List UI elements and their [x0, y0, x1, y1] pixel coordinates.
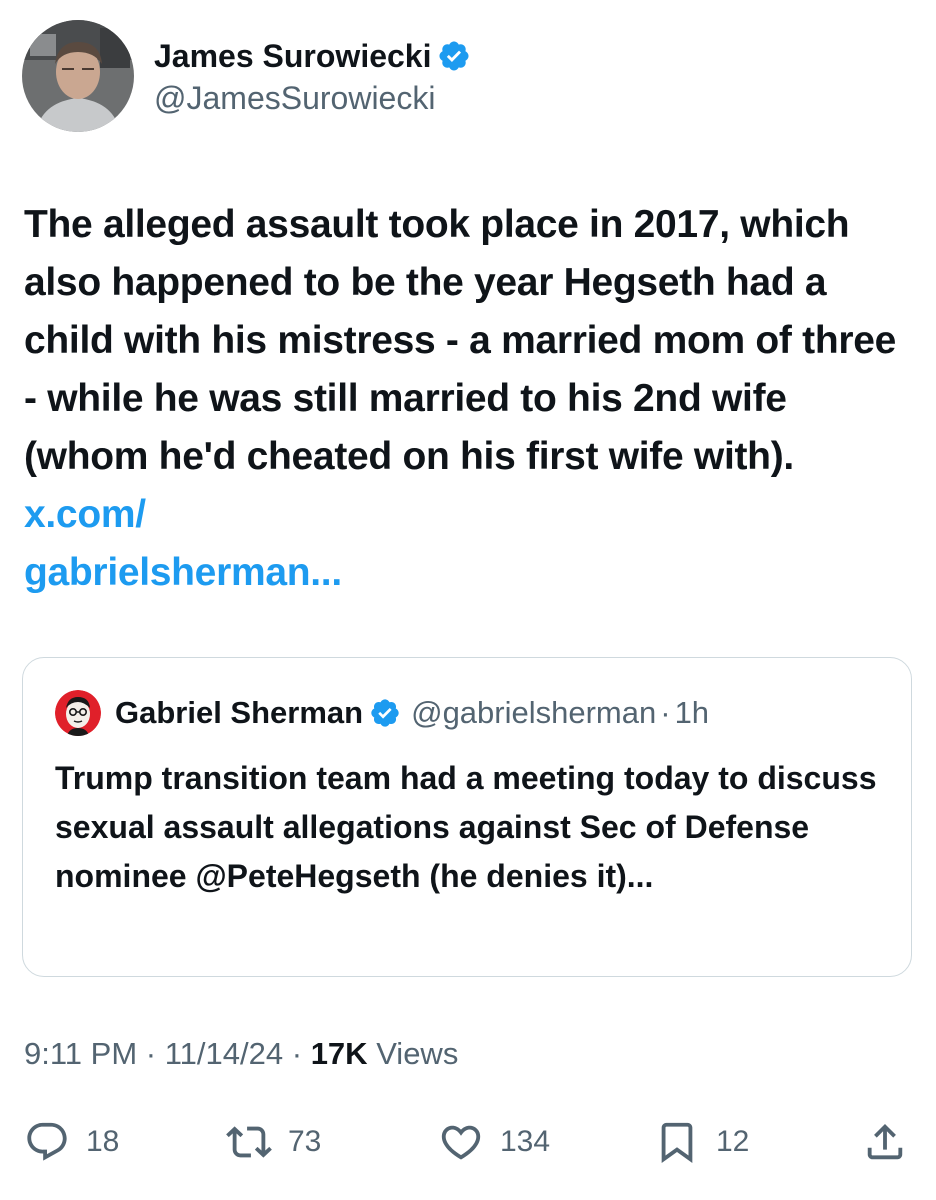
- quote-author-handle[interactable]: @gabrielsherman: [411, 695, 656, 731]
- like-button[interactable]: 134: [438, 1112, 550, 1172]
- quoted-tweet[interactable]: Gabriel Sherman @gabrielsherman · 1h Tru…: [22, 657, 912, 977]
- verified-badge-icon: [437, 39, 471, 73]
- tweet-date[interactable]: 11/14/24: [165, 1036, 283, 1071]
- author-handle[interactable]: @JamesSurowiecki: [154, 80, 471, 117]
- bookmark-button[interactable]: 12: [654, 1112, 749, 1172]
- author-display-name[interactable]: James Surowiecki: [154, 38, 431, 75]
- tweet-text: The alleged assault took place in 2017, …: [24, 203, 896, 478]
- tweet-time[interactable]: 9:11 PM: [24, 1036, 137, 1071]
- quote-separator: ·: [660, 695, 671, 730]
- reply-count: 18: [86, 1125, 120, 1158]
- author-names: James Surowiecki @JamesSurowiecki: [154, 36, 471, 117]
- tweet-body: The alleged assault took place in 2017, …: [24, 196, 904, 602]
- quote-timestamp[interactable]: 1h: [675, 695, 709, 731]
- repost-button[interactable]: 73: [226, 1112, 321, 1172]
- tweet: James Surowiecki @JamesSurowiecki The al…: [0, 0, 936, 1200]
- display-name-row: James Surowiecki: [154, 36, 471, 76]
- action-bar: 18 73 134 12: [0, 1112, 936, 1172]
- views-label: Views: [376, 1036, 459, 1071]
- meta-separator-2: ·: [291, 1036, 303, 1071]
- quote-author-photo: [55, 690, 101, 736]
- bookmark-count: 12: [716, 1125, 750, 1158]
- reply-icon: [27, 1122, 67, 1161]
- repost-count: 73: [288, 1125, 322, 1158]
- tweet-header: James Surowiecki @JamesSurowiecki: [22, 20, 471, 132]
- reply-button[interactable]: 18: [24, 1112, 119, 1172]
- tweet-link[interactable]: x.com/ gabrielsherman...: [24, 493, 342, 594]
- quote-text: Trump transition team had a meeting toda…: [55, 760, 877, 894]
- author-photo: [22, 20, 134, 132]
- quote-author-name[interactable]: Gabriel Sherman: [115, 695, 363, 731]
- share-button[interactable]: [862, 1112, 908, 1172]
- tweet-meta: 9:11 PM · 11/14/24 · 17K Views: [24, 1036, 458, 1072]
- quote-header: Gabriel Sherman @gabrielsherman · 1h: [55, 690, 709, 736]
- meta-separator: ·: [145, 1036, 157, 1071]
- views-count: 17K: [310, 1036, 368, 1071]
- heart-icon: [441, 1125, 481, 1160]
- author-avatar[interactable]: [22, 20, 134, 132]
- like-count: 134: [500, 1125, 551, 1158]
- quote-verified-badge-icon: [369, 697, 401, 729]
- repost-icon: [226, 1126, 272, 1158]
- quote-author-avatar[interactable]: [55, 690, 101, 736]
- share-icon: [867, 1123, 903, 1160]
- bookmark-icon: [661, 1122, 693, 1163]
